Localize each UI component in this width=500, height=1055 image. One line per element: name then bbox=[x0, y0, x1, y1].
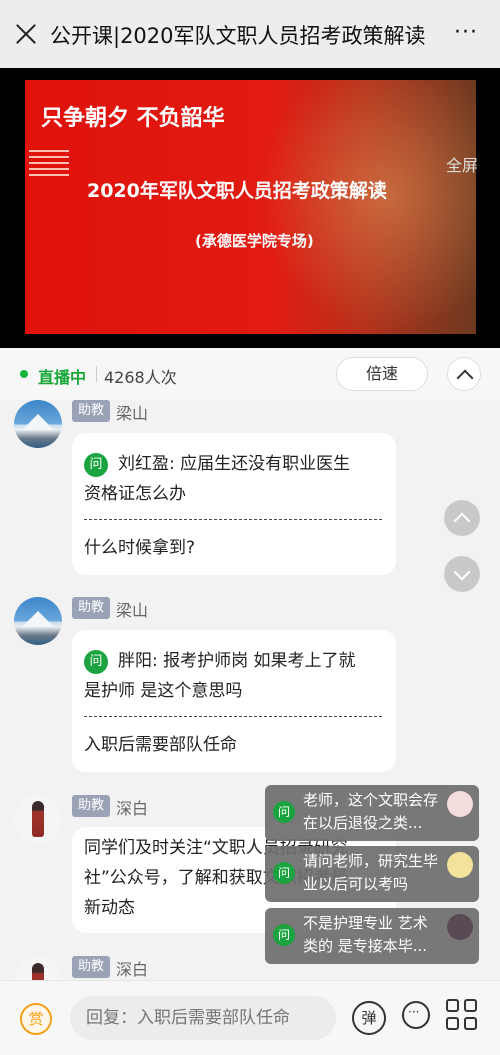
video-player[interactable]: 只争朝夕 不负韶华 2020年军队文职人员招考政策解读 (承德医学院专场) 全屏 bbox=[0, 68, 500, 348]
divider bbox=[96, 366, 97, 382]
question-badge: 问 bbox=[273, 924, 295, 946]
floating-question-text: 请问老师，研究生毕业以后可以考吗 bbox=[303, 852, 439, 893]
answer-text: 什么时候拿到? bbox=[84, 538, 196, 558]
question-text-line: 刘红盈: 应届生还没有职业医生 bbox=[118, 454, 351, 474]
floating-question-text: 老师，这个文职会存在以后退役之类... bbox=[303, 791, 439, 832]
message-bubble: 问 刘红盈: 应届生还没有职业医生 资格证怎么办 什么时候拿到? bbox=[72, 433, 396, 575]
role-tag: 助教 bbox=[72, 956, 111, 978]
avatar bbox=[447, 914, 473, 940]
dashed-divider bbox=[84, 716, 382, 717]
more-options-button[interactable]: ··· bbox=[454, 22, 478, 44]
chevron-up-icon[interactable] bbox=[447, 357, 481, 391]
poster-title: 2020年军队文职人员招考政策解读 bbox=[87, 180, 387, 202]
bottom-input-bar: 赏 弹 bbox=[0, 980, 500, 1055]
avatar[interactable] bbox=[14, 597, 62, 645]
floating-question-card[interactable]: 问 不是护理专业 艺术类的 是专接本毕... bbox=[265, 908, 479, 964]
sender-name: 深白 bbox=[116, 960, 149, 979]
dashed-divider bbox=[84, 519, 382, 520]
message-bubble: 问 胖阳: 报考护师岗 如果考上了就 是护师 是这个意思吗 入职后需要部队任命 bbox=[72, 630, 396, 772]
fullscreen-button[interactable]: 全屏 bbox=[446, 152, 478, 176]
reply-input[interactable] bbox=[70, 996, 336, 1040]
question-badge: 问 bbox=[273, 801, 295, 823]
top-bar: 公开课|2020军队文职人员招考政策解读 ··· bbox=[0, 0, 500, 68]
playback-speed-button[interactable]: 倍速 bbox=[336, 357, 428, 391]
sender-name: 梁山 bbox=[116, 404, 149, 423]
avatar bbox=[447, 852, 473, 878]
role-tag: 助教 bbox=[72, 597, 111, 619]
question-badge: 问 bbox=[84, 453, 108, 477]
video-poster: 只争朝夕 不负韶华 2020年军队文职人员招考政策解读 (承德医学院专场) bbox=[25, 80, 476, 334]
floating-question-card[interactable]: 问 老师，这个文职会存在以后退役之类... bbox=[265, 785, 479, 841]
close-icon[interactable] bbox=[12, 20, 40, 48]
live-status-label: 直播中 bbox=[38, 368, 87, 387]
question-badge: 问 bbox=[84, 650, 108, 674]
scroll-down-icon[interactable] bbox=[444, 556, 480, 592]
scroll-up-icon[interactable] bbox=[444, 500, 480, 536]
question-badge: 问 bbox=[273, 862, 295, 884]
question-text-line: 胖阳: 报考护师岗 如果考上了就 bbox=[118, 651, 356, 671]
avatar[interactable] bbox=[14, 795, 62, 843]
question-text-line: 是护师 是这个意思吗 bbox=[84, 681, 243, 701]
page-title: 公开课|2020军队文职人员招考政策解读 bbox=[50, 24, 426, 48]
viewer-count: 4268人次 bbox=[104, 368, 177, 387]
poster-subtitle: (承德医学院专场) bbox=[195, 232, 314, 250]
grid-menu-icon[interactable] bbox=[446, 999, 480, 1033]
avatar[interactable] bbox=[14, 400, 62, 448]
floating-question-text: 不是护理专业 艺术类的 是专接本毕... bbox=[303, 914, 428, 955]
reward-button[interactable]: 赏 bbox=[20, 1003, 52, 1035]
comment-icon[interactable] bbox=[402, 1001, 430, 1029]
live-status-bar: 直播中 4268人次 倍速 bbox=[0, 348, 500, 400]
question-text-line: 资格证怎么办 bbox=[84, 484, 186, 504]
danmu-toggle-button[interactable]: 弹 bbox=[352, 1001, 386, 1035]
role-tag: 助教 bbox=[72, 795, 111, 817]
role-tag: 助教 bbox=[72, 400, 111, 422]
avatar bbox=[447, 791, 473, 817]
floating-question-card[interactable]: 问 请问老师，研究生毕业以后可以考吗 bbox=[265, 846, 479, 902]
sender-name: 梁山 bbox=[116, 601, 149, 620]
poster-soldier-image bbox=[256, 80, 476, 334]
poster-decoration bbox=[29, 150, 69, 180]
message-text-line: 新动态 bbox=[84, 898, 135, 918]
sender-name: 深白 bbox=[116, 799, 149, 818]
answer-text: 入职后需要部队任命 bbox=[84, 735, 237, 755]
poster-slogan: 只争朝夕 不负韶华 bbox=[41, 106, 225, 131]
live-dot-icon bbox=[20, 370, 28, 378]
